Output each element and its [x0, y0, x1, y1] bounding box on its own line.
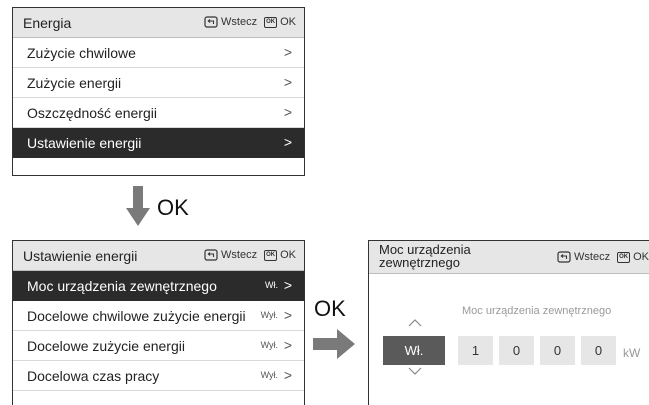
- menu-item-label: Docelowe chwilowe zużycie energii: [27, 308, 246, 324]
- ok-label[interactable]: OK: [633, 251, 649, 263]
- ok-step-label: OK: [157, 195, 189, 220]
- header-controls: Wstecz OK OK: [557, 251, 649, 263]
- ok-label[interactable]: OK: [280, 16, 296, 28]
- digit-box-2[interactable]: 0: [499, 336, 534, 365]
- menu-item-value: Wł.: [265, 280, 278, 290]
- energia-header: Energia Wstecz OK OK: [13, 8, 304, 38]
- menu-item-label: Moc urządzenia zewnętrznego: [27, 278, 217, 294]
- header-controls: Wstecz OK OK: [204, 249, 296, 261]
- back-icon[interactable]: [204, 16, 218, 28]
- menu-item-label: Docelowa czas pracy: [27, 368, 160, 384]
- menu-item-ustawienie-energii[interactable]: Ustawienie energii >: [13, 128, 304, 158]
- menu-item-label: Docelowe zużycie energii: [27, 338, 185, 354]
- panel-title: Energia: [23, 15, 72, 31]
- chevron-right-icon: >: [283, 134, 292, 150]
- menu-item-value: Wył.: [260, 340, 278, 350]
- ok-icon[interactable]: OK: [264, 16, 278, 28]
- unit-label: kW: [623, 346, 641, 360]
- ustawienie-energii-header: Ustawienie energii Wstecz OK OK: [13, 241, 304, 271]
- digit-box-1[interactable]: 1: [458, 336, 493, 365]
- menu-item-zuzycie-chwilowe[interactable]: Zużycie chwilowe >: [13, 38, 304, 68]
- chevron-right-icon: >: [283, 44, 292, 60]
- chevron-right-icon: >: [283, 367, 292, 383]
- arrow-right-icon: [313, 329, 355, 359]
- chevron-right-icon: >: [283, 307, 292, 323]
- menu-item-label: Zużycie chwilowe: [27, 45, 136, 61]
- digit-box-3[interactable]: 0: [540, 336, 575, 365]
- ustawienie-energii-panel: Ustawienie energii Wstecz OK OK Moc urzą…: [12, 240, 305, 405]
- menu-item-docelowe-zuzycie[interactable]: Docelowe zużycie energii Wył. >: [13, 331, 304, 361]
- chevron-right-icon: >: [283, 337, 292, 353]
- menu-item-oszczednosc-energii[interactable]: Oszczędność energii >: [13, 98, 304, 128]
- back-icon[interactable]: [557, 251, 571, 263]
- chevron-right-icon: >: [283, 104, 292, 120]
- menu-item-value: Wył.: [260, 370, 278, 380]
- menu-item-moc-urzadzenia[interactable]: Moc urządzenia zewnętrznego Wł. >: [13, 271, 304, 301]
- panel-title-line2: zewnętrznego: [379, 255, 460, 270]
- ok-icon[interactable]: OK: [617, 251, 631, 263]
- menu-item-label: Oszczędność energii: [27, 105, 157, 121]
- chevron-up-icon[interactable]: [408, 319, 422, 327]
- chevron-down-icon[interactable]: [408, 367, 422, 375]
- digit-box-4[interactable]: 0: [581, 336, 616, 365]
- menu-item-label: Zużycie energii: [27, 75, 122, 91]
- toggle-value: Wł.: [404, 343, 424, 358]
- panel-title: Moc urządzenia zewnętrznego: [379, 243, 471, 269]
- panel-title: Ustawienie energii: [23, 248, 138, 264]
- chevron-right-icon: >: [283, 277, 292, 293]
- setting-label: Moc urządzenia zewnętrznego: [462, 305, 612, 317]
- header-controls: Wstecz OK OK: [204, 16, 296, 28]
- ok-label[interactable]: OK: [280, 249, 296, 261]
- back-label[interactable]: Wstecz: [221, 16, 257, 28]
- menu-item-docelowe-chwilowe[interactable]: Docelowe chwilowe zużycie energii Wył. >: [13, 301, 304, 331]
- arrow-down-icon: [126, 186, 150, 226]
- menu-item-zuzycie-energii[interactable]: Zużycie energii >: [13, 68, 304, 98]
- ok-icon[interactable]: OK: [264, 249, 278, 261]
- menu-item-value: Wył.: [260, 310, 278, 320]
- chevron-right-icon: >: [283, 74, 292, 90]
- menu-item-docelowa-czas-pracy[interactable]: Docelowa czas pracy Wył. >: [13, 361, 304, 391]
- toggle-value-box[interactable]: Wł.: [383, 336, 445, 365]
- menu-item-label: Ustawienie energii: [27, 135, 142, 151]
- back-label[interactable]: Wstecz: [574, 251, 610, 263]
- moc-urzadzenia-header: Moc urządzenia zewnętrznego Wstecz OK OK: [369, 241, 649, 274]
- energia-panel: Energia Wstecz OK OK Zużycie chwilowe > …: [12, 7, 305, 176]
- back-icon[interactable]: [204, 249, 218, 261]
- ok-step-label: OK: [314, 296, 346, 321]
- back-label[interactable]: Wstecz: [221, 249, 257, 261]
